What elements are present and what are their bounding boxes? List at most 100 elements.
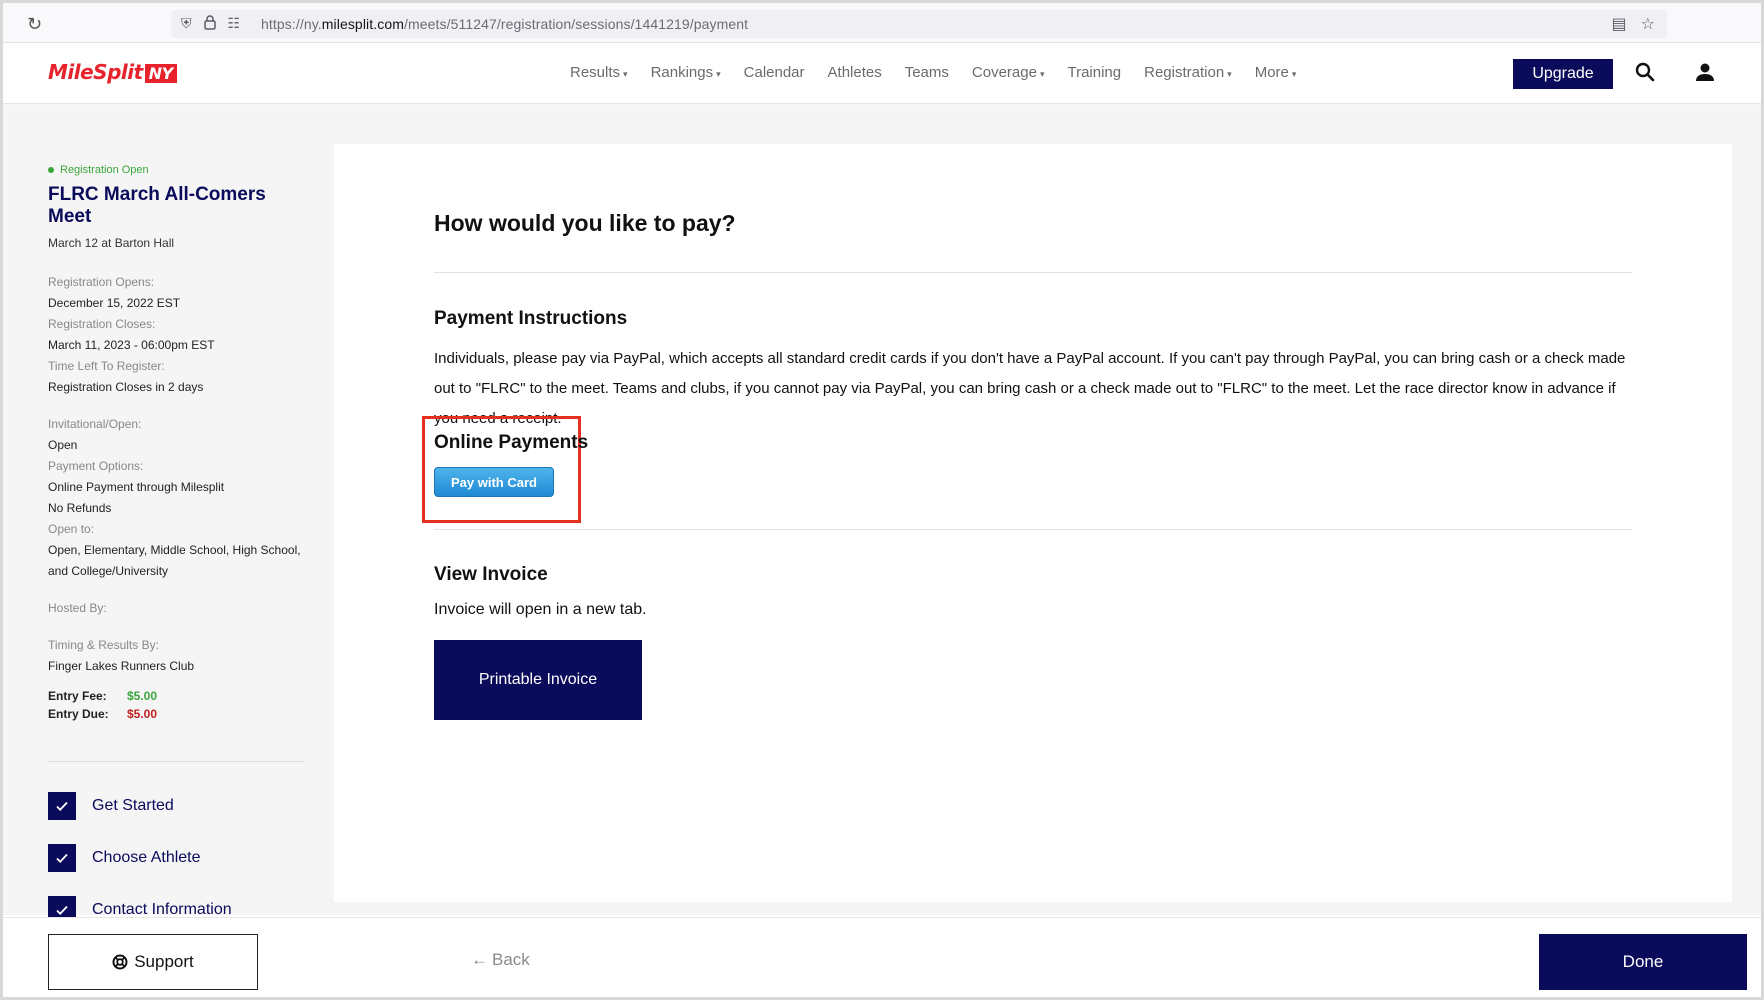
caret-down-icon: ▾ <box>716 69 721 79</box>
hosted-by-label: Hosted By: <box>48 601 107 615</box>
nav-item-teams[interactable]: Teams <box>905 64 949 81</box>
section-divider <box>434 272 1632 273</box>
payment-instructions-title: Payment Instructions <box>434 308 628 329</box>
sidebar-divider <box>48 761 304 762</box>
open-to-label: Open to: <box>48 522 95 536</box>
step-label: Choose Athlete <box>92 849 201 866</box>
payment-options-label: Payment Options: <box>48 459 144 473</box>
payment-options-value: Online Payment through Milesplit <box>48 480 225 494</box>
nav-item-registration[interactable]: Registration ▾ <box>1144 64 1232 81</box>
arrow-left-icon: ← <box>471 950 488 969</box>
meet-title[interactable]: FLRC March All-Comers Meet <box>48 184 304 228</box>
user-account-icon[interactable] <box>1693 60 1717 84</box>
reg-opens-label: Registration Opens: <box>48 275 155 289</box>
url-domain: milesplit.com <box>321 16 404 32</box>
logo-region: NY <box>144 64 177 83</box>
upgrade-button[interactable]: Upgrade <box>1513 59 1613 89</box>
url-actions: ▤ ☆ <box>1612 14 1655 34</box>
reg-closes-label: Registration Closes: <box>48 317 156 331</box>
bookmark-star-icon[interactable]: ☆ <box>1641 14 1655 34</box>
open-to-value-cont: and College/University <box>48 564 169 578</box>
invitational-label: Invitational/Open: <box>48 417 142 431</box>
refund-policy-value: No Refunds <box>48 501 112 515</box>
step-item[interactable]: Get Started <box>48 792 304 820</box>
nav-label: Coverage <box>971 64 1037 81</box>
nav-label: Results <box>570 64 621 81</box>
nav-label: Rankings <box>650 64 714 81</box>
url-prefix: https://ny. <box>261 16 322 32</box>
meet-date: March 12 at Barton Hall <box>48 236 175 250</box>
nav-item-more[interactable]: More ▾ <box>1255 64 1297 81</box>
nav-item-results[interactable]: Results ▾ <box>570 64 628 81</box>
reader-view-icon[interactable]: ▤ <box>1612 14 1627 34</box>
step-label: Get Started <box>92 797 174 814</box>
main-nav: Results ▾ Rankings ▾ Calendar Athletes Teams Co… <box>570 64 1319 81</box>
view-invoice-title: View Invoice <box>434 564 548 585</box>
step-item[interactable]: Choose Athlete <box>48 844 304 872</box>
done-button[interactable]: Done <box>1539 934 1747 990</box>
timing-label: Timing & Results By: <box>48 638 159 652</box>
search-icon[interactable] <box>1633 60 1657 84</box>
site-header: MileSplit NY Results ▾ Rankings ▾ Calendar Ath… <box>3 44 1761 104</box>
logo-text: MileSplit <box>48 60 143 84</box>
registration-status: Registration Open <box>48 164 304 176</box>
open-to-value: Open, Elementary, Middle School, High Sc… <box>48 543 301 557</box>
wizard-footer: Support ← Back Done <box>3 917 1761 997</box>
entry-fee-row: Entry Fee: $5.00 <box>48 687 304 705</box>
meet-info-sidebar: Registration Open FLRC March All-Comers … <box>48 164 304 948</box>
nav-item-calendar[interactable]: Calendar <box>744 64 805 81</box>
reload-icon[interactable]: ↻ <box>27 15 45 33</box>
registration-steps: Get Started Choose Athlete Contact Informa… <box>48 792 304 924</box>
timing-value: Finger Lakes Runners Club <box>48 659 195 673</box>
online-payments-title: Online Payments <box>434 432 589 453</box>
entry-fee-label: Entry Fee: <box>48 689 107 703</box>
payment-instructions-text: Individuals, please pay via PayPal, whic… <box>434 350 1626 427</box>
caret-down-icon: ▾ <box>1291 69 1297 79</box>
invitational-value: Open <box>48 438 78 452</box>
back-label: Back <box>492 950 530 969</box>
nav-item-athletes[interactable]: Athletes <box>828 64 882 81</box>
support-button[interactable]: Support <box>48 934 258 990</box>
section-divider <box>434 529 1632 530</box>
entry-due-row: Entry Due: $5.00 <box>48 705 304 723</box>
nav-label: More <box>1254 64 1289 81</box>
address-bar[interactable]: ⛨ ☷ https://ny.milesplit.com/meets/51124… <box>171 10 1667 38</box>
nav-label: Teams <box>904 64 949 81</box>
caret-down-icon: ▾ <box>623 69 628 79</box>
browser-toolbar: ↻ ⛨ ☷ https://ny.milesplit.com/meets/511… <box>3 3 1761 43</box>
milesplit-logo[interactable]: MileSplit NY <box>48 60 177 84</box>
status-dot-icon <box>48 167 54 173</box>
nav-item-rankings[interactable]: Rankings ▾ <box>651 64 721 81</box>
url-path: /meets/511247/registration/sessions/1441… <box>403 16 749 32</box>
support-label: Support <box>134 952 194 971</box>
page-title: How would you like to pay? <box>434 210 736 236</box>
payment-card: How would you like to pay? Payment Instr… <box>334 144 1732 902</box>
entry-due-label: Entry Due: <box>48 707 109 721</box>
caret-down-icon: ▾ <box>1227 69 1232 79</box>
lifebuoy-icon <box>112 954 128 970</box>
nav-label: Training <box>1067 64 1122 81</box>
caret-down-icon: ▾ <box>1039 69 1045 79</box>
permissions-icon[interactable]: ☷ <box>228 15 241 32</box>
nav-label: Registration <box>1144 64 1225 81</box>
status-text: Registration Open <box>60 164 149 176</box>
lock-icon[interactable] <box>203 15 216 30</box>
url-text[interactable]: https://ny.milesplit.com/meets/511247/re… <box>261 16 748 32</box>
url-security-icons: ⛨ ☷ <box>181 15 240 32</box>
entry-due-value: $5.00 <box>127 707 158 721</box>
nav-label: Athletes <box>827 64 882 81</box>
nav-item-training[interactable]: Training <box>1067 64 1121 81</box>
back-button[interactable]: ← Back <box>471 950 530 970</box>
reg-closes-value: March 11, 2023 - 06:00pm EST <box>48 338 215 352</box>
nav-label: Calendar <box>743 64 805 81</box>
reg-opens-value: December 15, 2022 EST <box>48 296 181 310</box>
pay-with-card-button[interactable]: Pay with Card <box>434 467 554 497</box>
printable-invoice-button[interactable]: Printable Invoice <box>434 640 642 720</box>
shield-icon[interactable]: ⛨ <box>181 15 192 32</box>
meet-details: Registration Opens: December 15, 2022 ES… <box>48 272 304 723</box>
entry-fee-value: $5.00 <box>127 689 158 703</box>
time-left-value: Registration Closes in 2 days <box>48 380 204 394</box>
nav-item-coverage[interactable]: Coverage ▾ <box>972 64 1045 81</box>
time-left-label: Time Left To Register: <box>48 359 165 373</box>
view-invoice-text: Invoice will open in a new tab. <box>434 601 647 618</box>
